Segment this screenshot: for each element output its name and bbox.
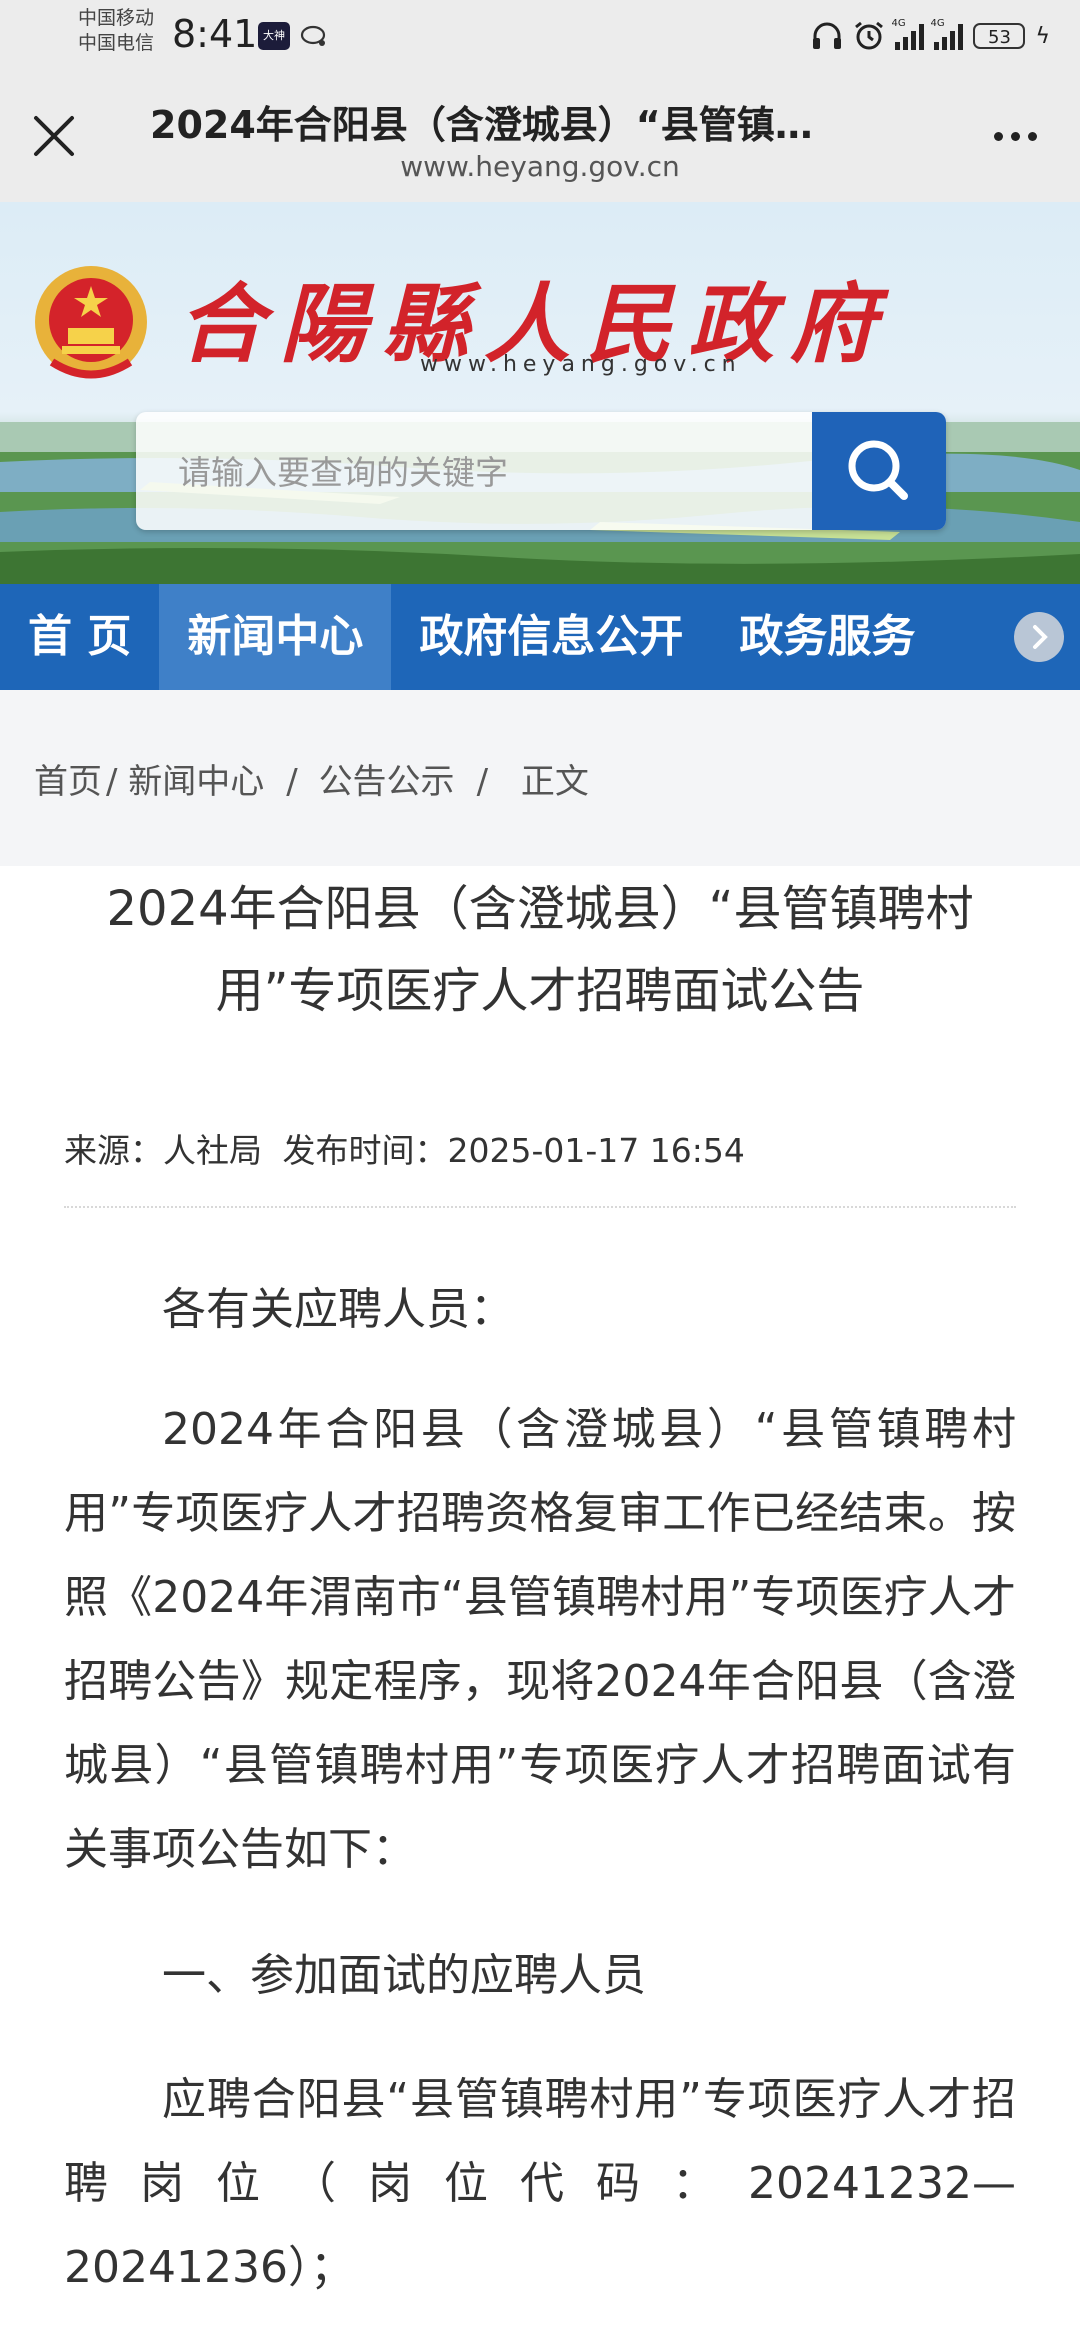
breadcrumb-news[interactable]: 新闻中心 — [128, 762, 264, 802]
breadcrumb-current: 正文 — [520, 762, 589, 802]
article-date: 发布时间：2025-01-17 16:54 — [282, 1131, 745, 1170]
breadcrumb-notices[interactable]: 公告公示 — [319, 762, 455, 802]
national-emblem-icon — [35, 266, 147, 379]
more-icon — [994, 132, 1003, 141]
article-title: 2024年合阳县（含澄城县）“县管镇聘村用”专项医疗人才招聘面试公告 — [106, 881, 974, 1019]
page-title: 2024年合阳县（含澄城县）“县管镇… — [150, 103, 813, 147]
divider — [64, 1206, 1016, 1208]
article-paragraph-3-end: 20241236）； — [64, 2242, 354, 2293]
page-url: www.heyang.gov.cn — [400, 150, 680, 183]
carrier-labels: 中国移动 中国电信 — [78, 6, 154, 56]
more-options-button[interactable] — [990, 126, 1050, 156]
carrier-1: 中国移动 — [78, 7, 155, 29]
search-box — [136, 412, 946, 532]
article-paragraph-1: 各有关应聘人员： — [162, 1284, 514, 1335]
app-badge-icon: 大神 — [258, 22, 290, 50]
breadcrumb: 首页 / 新闻中心 / 公告公示 / 正文 — [0, 690, 1080, 866]
signal-icon-2: 4G — [930, 18, 964, 50]
charging-icon: ϟ — [1035, 23, 1050, 49]
carrier-2: 中国电信 — [78, 32, 155, 54]
search-input[interactable] — [176, 412, 820, 532]
main-nav: 首 页 新闻中心 政府信息公开 政务服务 — [0, 584, 1080, 690]
alarm-icon — [855, 21, 884, 50]
search-button[interactable] — [812, 412, 946, 530]
browser-header: 2024年合阳县（含澄城县）“县管镇… www.heyang.gov.cn — [0, 66, 1080, 202]
signal-icon-1: 4G — [891, 18, 925, 50]
nav-next-button[interactable] — [1014, 612, 1064, 662]
nav-item-services[interactable]: 政务服务 — [711, 584, 943, 690]
status-bar: 中国移动 中国电信 8:41 大神 4G 4G 53 ϟ — [0, 0, 1080, 66]
article-source: 来源：人社局 — [64, 1131, 262, 1170]
battery-icon: 53 — [973, 23, 1026, 49]
chevron-right-icon — [1033, 625, 1048, 649]
article-paragraph-3: 应聘合阳县“县管镇聘村用”专项医疗人才招聘岗位（岗位代码：20241232— — [64, 2074, 1016, 2209]
nav-item-news[interactable]: 新闻中心 — [159, 584, 392, 690]
site-domain: www.heyang.gov.cn — [420, 352, 742, 377]
nav-item-home[interactable]: 首 页 — [0, 584, 159, 690]
status-icons: 4G 4G 53 ϟ — [811, 18, 1050, 54]
breadcrumb-home[interactable]: 首页 — [34, 762, 102, 802]
article-paragraph-2: 2024年合阳县（含澄城县）“县管镇聘村用”专项医疗人才招聘资格复审工作已经结束… — [64, 1404, 1016, 1875]
article-meta: 来源：人社局 发布时间：2025-01-17 16:54 — [64, 1124, 755, 1172]
status-time: 8:41 — [172, 12, 258, 56]
article-heading-1: 一、参加面试的应聘人员 — [162, 1950, 646, 2001]
headphones-icon — [813, 22, 842, 49]
nav-item-gov-info[interactable]: 政府信息公开 — [391, 584, 711, 690]
search-icon — [848, 440, 908, 500]
message-icon — [300, 25, 326, 46]
